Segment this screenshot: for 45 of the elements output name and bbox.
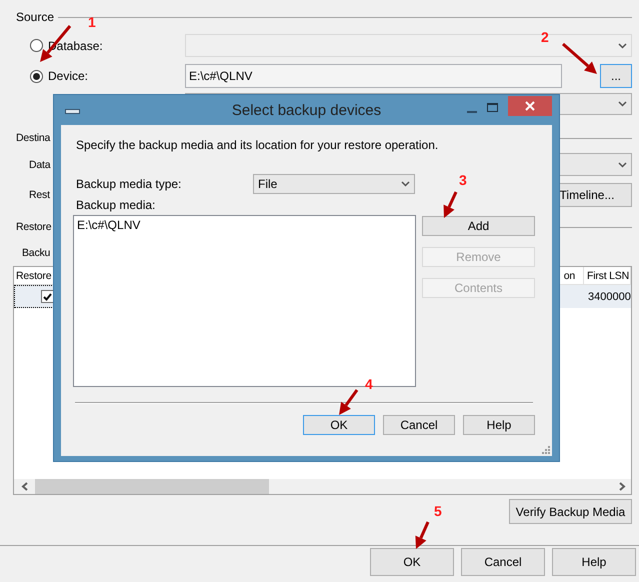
chevron-down-icon bbox=[618, 101, 627, 107]
step-number: 1 bbox=[88, 15, 96, 29]
maximize-button[interactable] bbox=[487, 103, 498, 112]
dialog-button[interactable]: Cancel bbox=[383, 415, 455, 435]
description-text: Specify the backup media and its location for your restore operation. bbox=[76, 138, 440, 152]
section-title: Destina bbox=[16, 132, 50, 144]
dialog-button[interactable]: OK bbox=[370, 548, 454, 576]
maximize-icon bbox=[487, 103, 498, 112]
chevron-down-icon bbox=[401, 181, 410, 187]
field-label: Backup media: bbox=[76, 198, 156, 212]
step-number: 3 bbox=[459, 173, 467, 187]
list-item[interactable]: E:\c#\QLNV bbox=[77, 218, 412, 232]
dialog-button[interactable]: OK bbox=[303, 415, 375, 435]
close-icon bbox=[525, 101, 535, 111]
dialog-button[interactable]: Help bbox=[463, 415, 535, 435]
dialog-button[interactable]: Help bbox=[552, 548, 636, 576]
verify-backup-media-button[interactable]: Verify Backup Media bbox=[509, 499, 632, 524]
field-label: Data bbox=[28, 158, 52, 170]
field-label: Backup media type: bbox=[75, 177, 182, 191]
column-header[interactable]: on bbox=[564, 270, 583, 282]
step-number: 5 bbox=[434, 504, 442, 518]
dialog-button[interactable]: Cancel bbox=[461, 548, 545, 576]
browse-button[interactable]: ... bbox=[600, 64, 632, 88]
device-radio[interactable]: Device: bbox=[16, 69, 185, 83]
chevron-down-icon bbox=[618, 162, 627, 168]
resize-grip-icon[interactable] bbox=[541, 445, 550, 454]
table-cell-text: 3400000 bbox=[587, 290, 631, 304]
scrollbar-thumb[interactable] bbox=[35, 479, 269, 494]
side-button[interactable]: Add bbox=[422, 216, 535, 236]
scroll-right-icon[interactable] bbox=[618, 482, 626, 491]
section-title: Restore bbox=[16, 221, 52, 233]
close-button[interactable] bbox=[508, 96, 552, 116]
window-title: Select backup devices bbox=[230, 102, 382, 119]
chevron-down-icon bbox=[618, 42, 627, 48]
device-path-field[interactable]: E:\c#\QLNV bbox=[185, 64, 562, 88]
window-icon bbox=[65, 108, 80, 114]
checkmark-icon bbox=[43, 292, 52, 300]
media-type-dropdown[interactable]: File bbox=[253, 174, 415, 194]
restore-checkbox[interactable] bbox=[41, 290, 54, 303]
field-label: Rest bbox=[28, 189, 51, 201]
minimize-icon bbox=[467, 111, 477, 113]
scroll-left-icon[interactable] bbox=[21, 482, 29, 491]
step-number: 2 bbox=[541, 30, 549, 44]
section-title: Source bbox=[16, 10, 54, 24]
field-label: Backu bbox=[21, 247, 50, 259]
